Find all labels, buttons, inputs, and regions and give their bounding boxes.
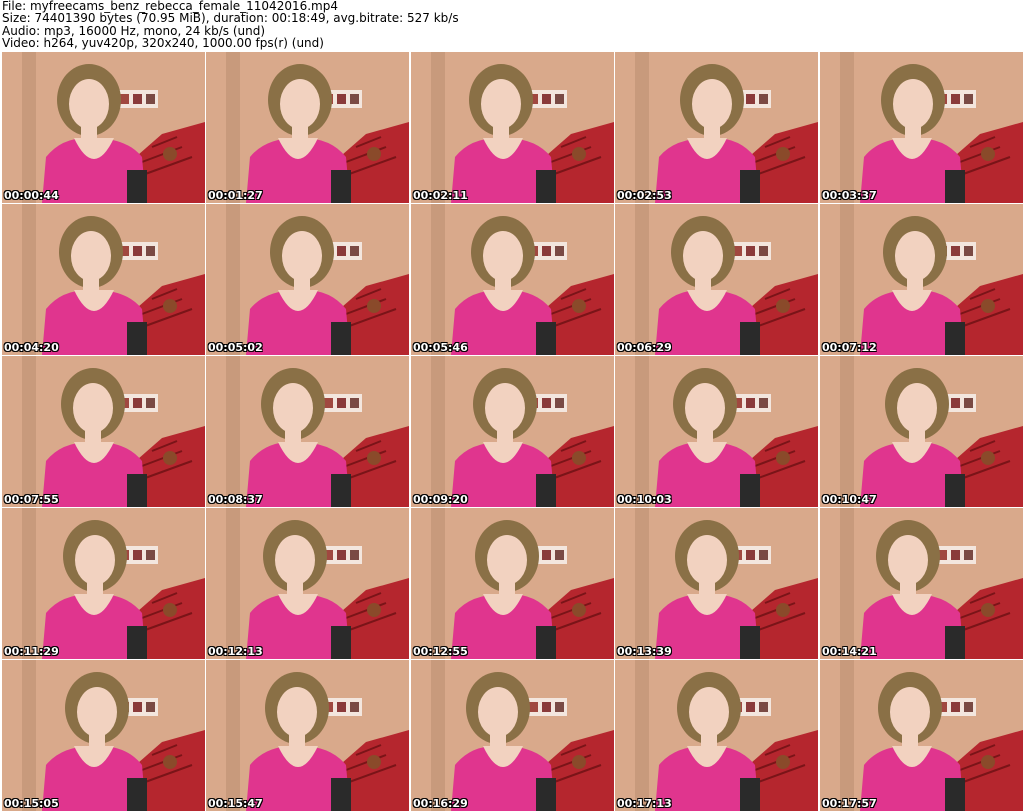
thumbnail-timestamp: 00:14:21 (822, 645, 877, 658)
thumbnail-timestamp: 00:02:53 (617, 189, 672, 202)
video-thumbnail: 00:16:29 (411, 660, 614, 811)
video-thumbnail: 00:17:13 (615, 660, 818, 811)
video-thumbnail: 00:07:55 (2, 356, 205, 507)
thumbnail-grid: 00:00:44 00:01:27 00:02:11 00:02:53 00:03:37… (0, 50, 1024, 811)
webcam-frame-image (820, 660, 1023, 811)
webcam-frame-image (411, 52, 614, 203)
thumbnail-timestamp: 00:09:20 (413, 493, 468, 506)
thumbnail-timestamp: 00:13:39 (617, 645, 672, 658)
thumbnail-timestamp: 00:17:13 (617, 797, 672, 810)
webcam-frame-image (820, 508, 1023, 659)
thumbnail-timestamp: 00:10:03 (617, 493, 672, 506)
webcam-frame-image (206, 204, 409, 355)
thumbnail-timestamp: 00:12:55 (413, 645, 468, 658)
video-thumbnail: 00:03:37 (820, 52, 1023, 203)
thumbnail-timestamp: 00:05:46 (413, 341, 468, 354)
video-thumbnail: 00:06:29 (615, 204, 818, 355)
webcam-frame-image (2, 356, 205, 507)
video-thumbnail: 00:17:57 (820, 660, 1023, 811)
thumbnail-timestamp: 00:10:47 (822, 493, 877, 506)
video-thumbnail: 00:00:44 (2, 52, 205, 203)
video-thumbnail: 00:14:21 (820, 508, 1023, 659)
video-thumbnail: 00:10:47 (820, 356, 1023, 507)
file-info-header: File: myfreecams_benz_rebecca_female_110… (0, 0, 1024, 50)
video-thumbnail: 00:11:29 (2, 508, 205, 659)
webcam-frame-image (2, 508, 205, 659)
webcam-frame-image (2, 204, 205, 355)
video-thumbnail: 00:02:53 (615, 52, 818, 203)
webcam-frame-image (206, 660, 409, 811)
video-thumbnail: 00:15:05 (2, 660, 205, 811)
video-thumbnail: 00:09:20 (411, 356, 614, 507)
webcam-frame-image (206, 52, 409, 203)
thumbnail-timestamp: 00:01:27 (208, 189, 263, 202)
video-thumbnail: 00:01:27 (206, 52, 409, 203)
thumbnail-timestamp: 00:07:12 (822, 341, 877, 354)
video-thumbnail: 00:13:39 (615, 508, 818, 659)
webcam-frame-image (615, 660, 818, 811)
webcam-frame-image (411, 204, 614, 355)
thumbnail-timestamp: 00:04:20 (4, 341, 59, 354)
thumbnail-timestamp: 00:00:44 (4, 189, 59, 202)
thumbnail-timestamp: 00:15:05 (4, 797, 59, 810)
webcam-frame-image (615, 508, 818, 659)
webcam-frame-image (615, 52, 818, 203)
video-thumbnail: 00:12:13 (206, 508, 409, 659)
video-thumbnail: 00:15:47 (206, 660, 409, 811)
webcam-frame-image (820, 204, 1023, 355)
thumbnail-timestamp: 00:15:47 (208, 797, 263, 810)
video-thumbnail: 00:08:37 (206, 356, 409, 507)
webcam-frame-image (820, 356, 1023, 507)
video-thumbnail: 00:12:55 (411, 508, 614, 659)
webcam-frame-image (615, 204, 818, 355)
thumbnail-timestamp: 00:06:29 (617, 341, 672, 354)
video-thumbnail: 00:02:11 (411, 52, 614, 203)
thumbnail-timestamp: 00:17:57 (822, 797, 877, 810)
thumbnail-timestamp: 00:16:29 (413, 797, 468, 810)
size-line: Size: 74401390 bytes (70.95 MiB), durati… (2, 11, 459, 26)
video-thumbnail: 00:07:12 (820, 204, 1023, 355)
video-thumbnail: 00:05:46 (411, 204, 614, 355)
thumbnail-timestamp: 00:07:55 (4, 493, 59, 506)
webcam-frame-image (820, 52, 1023, 203)
video-thumbnail: 00:10:03 (615, 356, 818, 507)
webcam-frame-image (615, 356, 818, 507)
thumbnail-timestamp: 00:03:37 (822, 189, 877, 202)
video-line: Video: h264, yuv420p, 320x240, 1000.00 f… (2, 35, 324, 50)
thumbnail-timestamp: 00:12:13 (208, 645, 263, 658)
video-thumbnail: 00:05:02 (206, 204, 409, 355)
thumbnail-timestamp: 00:02:11 (413, 189, 468, 202)
thumbnail-timestamp: 00:11:29 (4, 645, 59, 658)
video-thumbnail: 00:04:20 (2, 204, 205, 355)
thumbnail-timestamp: 00:08:37 (208, 493, 263, 506)
webcam-frame-image (206, 508, 409, 659)
webcam-frame-image (2, 52, 205, 203)
webcam-frame-image (411, 508, 614, 659)
webcam-frame-image (411, 660, 614, 811)
webcam-frame-image (2, 660, 205, 811)
webcam-frame-image (411, 356, 614, 507)
thumbnail-timestamp: 00:05:02 (208, 341, 263, 354)
webcam-frame-image (206, 356, 409, 507)
